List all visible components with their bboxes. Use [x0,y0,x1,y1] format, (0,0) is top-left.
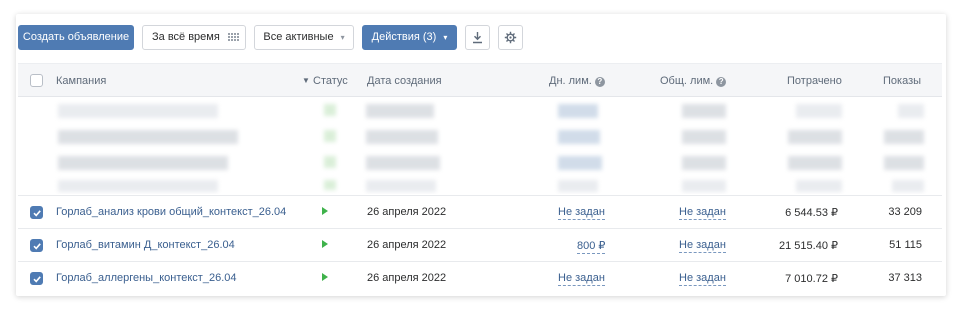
toolbar: Создать объявление За всё время Все акти… [18,24,531,50]
table-row[interactable]: Горлаб_аллергены_контекст_26.04 26 апрел… [18,261,942,294]
column-status[interactable]: Статус [313,75,348,87]
campaign-name-link[interactable]: Горлаб_аллергены_контекст_26.04 [56,272,237,284]
gear-icon [504,31,517,43]
redacted-block [788,130,842,144]
redacted-block [366,104,434,118]
creation-date: 26 апреля 2022 [367,206,447,218]
redacted-block [884,156,924,170]
daily-limit-value[interactable]: Не задан [558,206,605,220]
period-label: За всё время [152,31,220,43]
create-ad-label: Создать объявление [22,31,130,43]
actions-dropdown-button[interactable]: Действия (3) ▾ [362,24,457,50]
checkmark-icon [33,210,41,217]
table-row[interactable]: Горлаб_витамин Д_контекст_26.04 26 апрел… [18,228,942,261]
download-button[interactable] [465,24,490,50]
redacted-block [558,156,602,170]
checkmark-icon [33,276,41,283]
redacted-block [796,104,842,118]
period-select[interactable]: За всё время [142,24,246,50]
impressions-value: 37 313 [888,272,922,284]
redacted-block [788,156,842,170]
redacted-block [682,156,726,170]
redacted-block [682,104,726,118]
redacted-block [796,180,842,192]
redacted-block [558,180,598,192]
redacted-block [366,156,440,170]
campaign-name-link[interactable]: Горлаб_анализ крови общий_контекст_26.04 [56,206,286,218]
column-campaign[interactable]: Кампания [56,75,106,87]
column-total-limit[interactable]: Общ. лим.? [660,75,727,87]
row-checkbox[interactable] [30,206,43,219]
redacted-block [58,130,238,144]
campaigns-panel: Создать объявление За всё время Все акти… [16,14,946,296]
redacted-block [58,104,218,118]
row-checkbox[interactable] [30,239,43,252]
daily-limit-value[interactable]: 800 ₽ [577,239,606,254]
sort-desc-icon[interactable]: ▼ [302,76,310,85]
total-limit-value[interactable]: Не задан [679,239,726,253]
status-active-icon[interactable] [322,273,328,281]
column-created[interactable]: Дата создания [367,75,442,87]
redacted-block [58,180,218,192]
row-checkbox[interactable] [30,272,43,285]
redacted-block [558,104,598,118]
redacted-block [324,156,336,168]
spent-value: 7 010.72 ₽ [785,273,838,285]
redacted-block [558,130,600,144]
column-daily-limit[interactable]: Дн. лим.? [549,75,605,87]
redacted-block [892,180,924,192]
status-active-icon[interactable] [322,207,328,215]
total-limit-value[interactable]: Не задан [679,272,726,286]
help-icon[interactable]: ? [716,77,727,87]
impressions-value: 51 115 [889,239,922,251]
column-spent[interactable]: Потрачено [787,75,842,87]
redacted-block [366,180,436,192]
create-ad-button[interactable]: Создать объявление [18,24,134,50]
help-icon[interactable]: ? [594,77,605,87]
redacted-block [884,130,924,144]
impressions-value: 33 209 [888,206,922,218]
spent-value: 6 544.53 ₽ [785,207,838,219]
redacted-rows [18,98,942,194]
column-impressions[interactable]: Показы [883,75,921,87]
calendar-grid-icon [227,32,239,42]
status-active-icon[interactable] [322,240,328,248]
total-limit-value[interactable]: Не задан [679,206,726,220]
daily-limit-value[interactable]: Не задан [558,272,605,286]
redacted-block [682,130,726,144]
redacted-block [366,130,438,144]
redacted-block [324,130,336,142]
redacted-block [58,156,228,170]
redacted-block [324,104,336,116]
chevron-down-icon: ▾ [340,32,345,42]
settings-button[interactable] [498,24,523,50]
status-filter-label: Все активные [263,31,334,43]
creation-date: 26 апреля 2022 [367,272,447,284]
campaign-name-link[interactable]: Горлаб_витамин Д_контекст_26.04 [56,239,235,251]
checkmark-icon [33,243,41,250]
redacted-block [898,104,924,118]
select-all-checkbox[interactable] [30,74,43,87]
actions-label: Действия (3) [371,31,437,43]
creation-date: 26 апреля 2022 [367,239,447,251]
chevron-down-icon: ▾ [443,32,448,42]
table-header: Кампания ▼ Статус Дата создания Дн. лим.… [18,63,942,97]
redacted-block [682,180,726,192]
table-row[interactable]: Горлаб_анализ крови общий_контекст_26.04… [18,195,942,228]
download-icon [473,31,482,43]
status-filter-select[interactable]: Все активные ▾ [254,24,354,50]
column-total-limit-label: Общ. лим. [660,75,714,87]
column-daily-limit-label: Дн. лим. [549,75,592,87]
spent-value: 21 515.40 ₽ [779,240,838,252]
redacted-block [324,180,336,190]
